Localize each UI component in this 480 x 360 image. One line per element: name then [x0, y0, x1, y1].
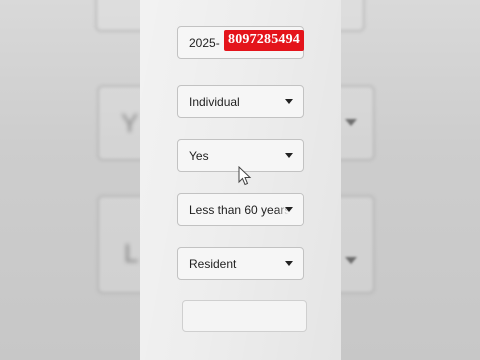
age-category-select[interactable]: Less than 60 years: [177, 193, 304, 226]
ghost-letter: Y: [121, 108, 139, 138]
mouse-pointer-icon: [238, 166, 252, 186]
taxpayer-type-value: Individual: [189, 95, 240, 109]
residential-status-value: Resident: [189, 257, 237, 271]
ghost-field: [341, 0, 365, 32]
age-category-value: Less than 60 years: [189, 203, 291, 217]
yes-no-value: Yes: [189, 149, 209, 163]
chevron-down-icon: [285, 261, 293, 266]
chevron-down-icon: [285, 99, 293, 104]
residential-status-select[interactable]: Resident: [177, 247, 304, 280]
ghost-field: [341, 195, 375, 294]
chevron-down-icon: [285, 207, 293, 212]
phone-number-overlay: 8097285494: [224, 30, 304, 51]
date-input-value: 2025-: [189, 36, 220, 50]
ghost-letter: L: [124, 238, 139, 268]
ghost-caret-icon: [345, 119, 357, 126]
blank-text-input[interactable]: [182, 300, 307, 332]
blurred-background-left: Y L: [0, 0, 140, 360]
ghost-caret-icon: [345, 257, 357, 264]
blurred-background-right: [341, 0, 480, 360]
taxpayer-type-select[interactable]: Individual: [177, 85, 304, 118]
ghost-field: [95, 0, 140, 32]
form-screen: 2025- 8097285494 Individual Yes Less tha…: [140, 0, 341, 360]
chevron-down-icon: [285, 153, 293, 158]
